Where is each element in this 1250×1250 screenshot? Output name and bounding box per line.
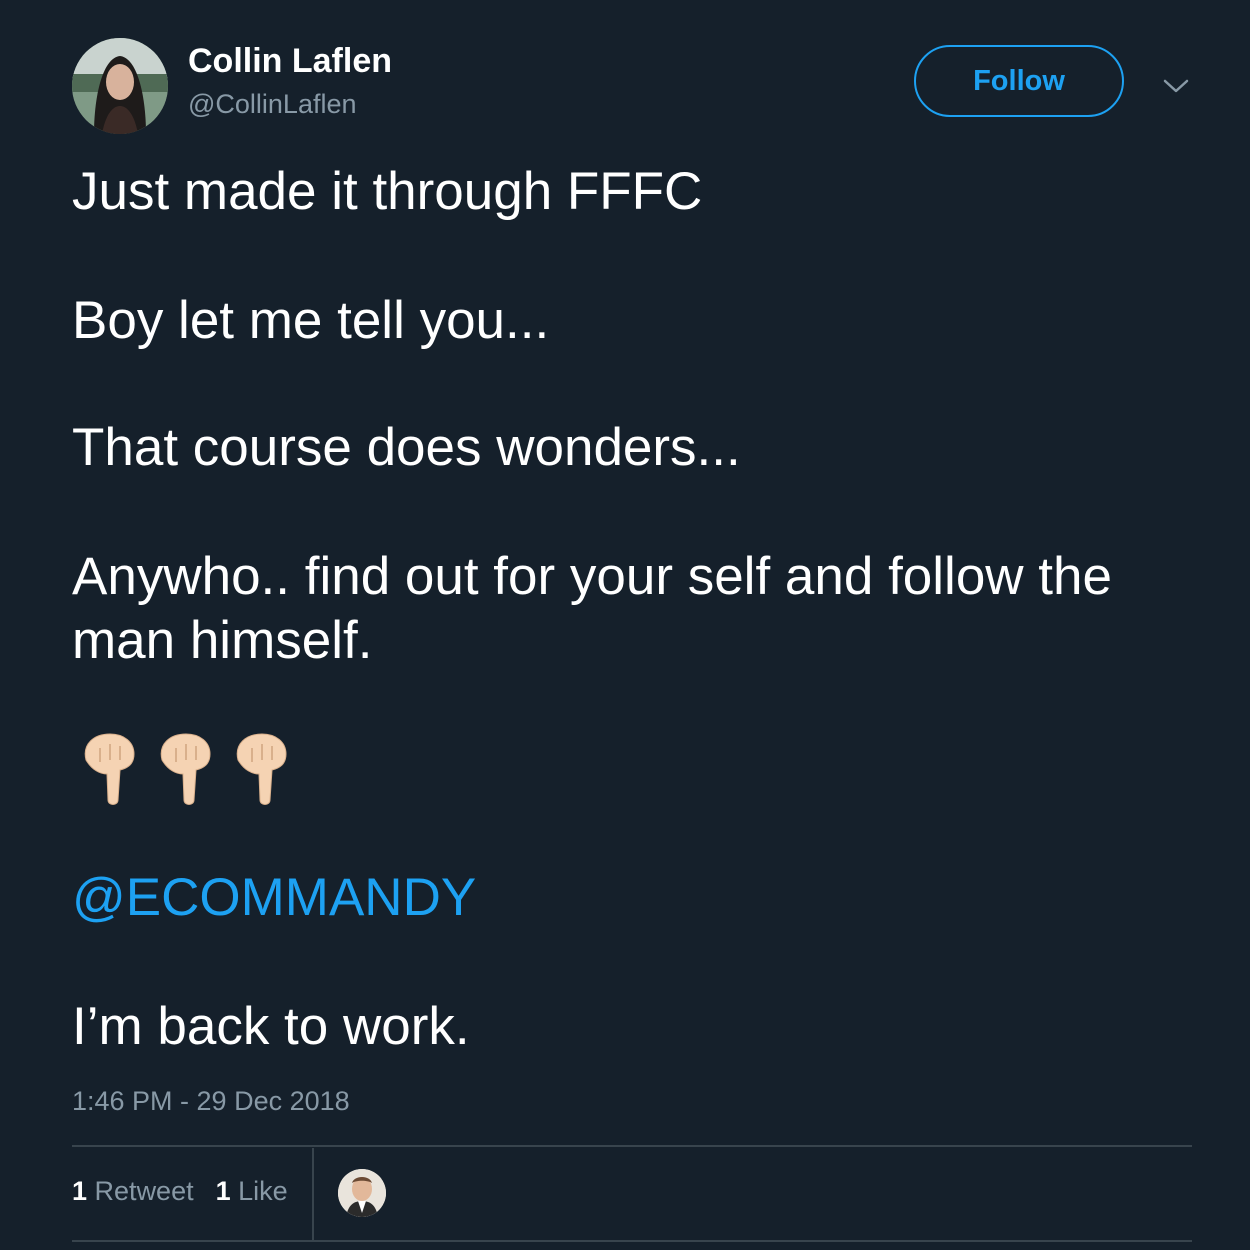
- pointing-down-hand-icon: [84, 733, 135, 805]
- tweet-card: Collin Laflen @CollinLaflen Follow Just …: [0, 0, 1250, 1250]
- author-avatar[interactable]: [72, 38, 168, 134]
- author-handle[interactable]: @CollinLaflen: [188, 89, 357, 120]
- avatar-image: [338, 1169, 386, 1217]
- divider: [72, 1240, 1192, 1242]
- likes-count: 1: [215, 1176, 231, 1206]
- tweet-text-line: I’m back to work.: [72, 997, 470, 1056]
- retweets-count: 1: [72, 1176, 88, 1206]
- tweet-text-line: Just made it through FFFC: [72, 162, 703, 221]
- tweet-text-line: That course does wonders...: [72, 418, 741, 477]
- retweets-label: Retweet: [94, 1176, 194, 1206]
- tweet-timestamp[interactable]: 1:46 PM - 29 Dec 2018: [72, 1086, 350, 1117]
- likes-stat[interactable]: 1 Like: [216, 1176, 288, 1207]
- tweet-text-line: Boy let me tell you...: [72, 291, 550, 350]
- mention-link[interactable]: @ECOMMANDY: [72, 866, 476, 930]
- avatar-image: [72, 38, 168, 134]
- stats-divider: [312, 1148, 314, 1240]
- tweet-text-line: man himself.: [72, 611, 373, 670]
- author-display-name[interactable]: Collin Laflen: [188, 42, 392, 81]
- retweets-stat[interactable]: 1 Retweet: [72, 1176, 194, 1207]
- chevron-down-icon[interactable]: [1158, 68, 1194, 104]
- divider: [72, 1145, 1192, 1147]
- pointing-down-hand-icon: [236, 733, 287, 805]
- tweet-stats: 1 Retweet 1 Like: [72, 1176, 288, 1207]
- liker-avatar[interactable]: [338, 1169, 386, 1217]
- likes-label: Like: [238, 1176, 288, 1206]
- emoji-row: [78, 730, 292, 808]
- tweet-text-line: Anywho.. find out for your self and foll…: [72, 547, 1112, 606]
- follow-button[interactable]: Follow: [914, 45, 1124, 117]
- pointing-down-hand-icon: [160, 733, 211, 805]
